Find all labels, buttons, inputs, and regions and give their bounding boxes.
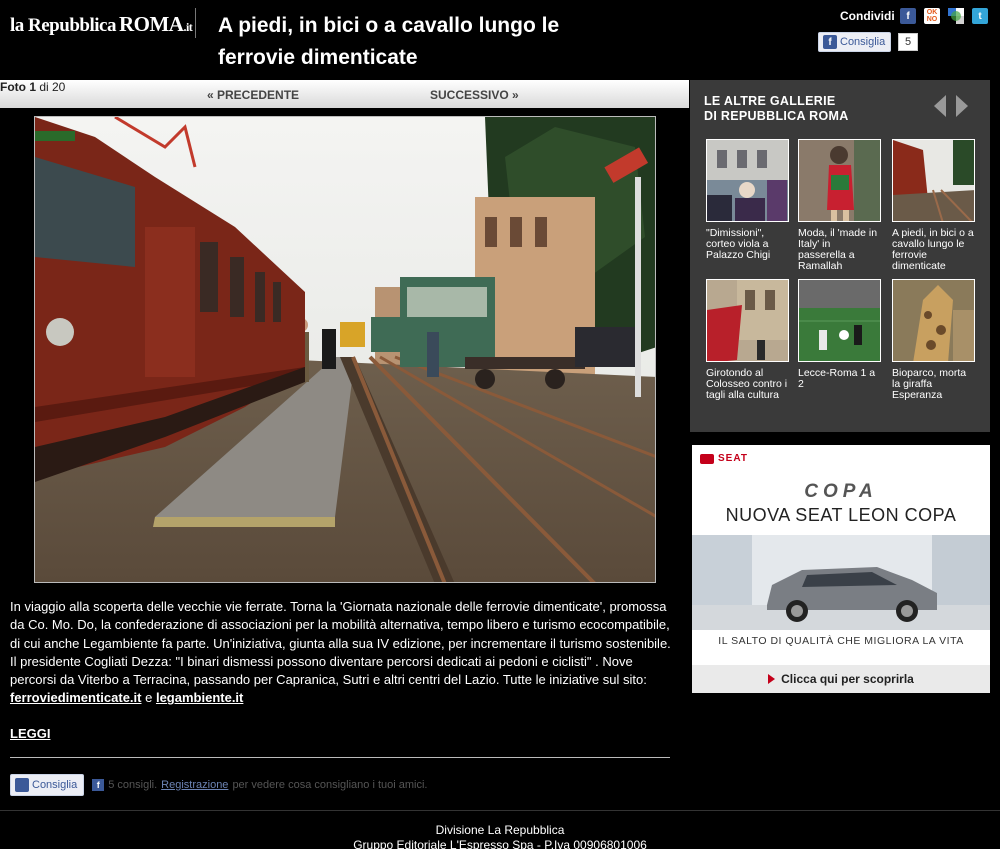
photo-total: di 20 [36, 80, 66, 94]
share-label: Condividi [840, 9, 895, 23]
consiglia-button[interactable]: Consiglia [10, 774, 85, 796]
logo-suffix: .it [183, 20, 193, 34]
delicious-icon[interactable] [948, 8, 964, 24]
ad-headline: NUOVA SEAT LEON COPA [725, 505, 957, 525]
gallery-nav: « PRECEDENTE Foto 1 di 20 SUCCESSIVO » [0, 80, 689, 108]
ad-cta-label: Clicca qui per scoprirla [781, 672, 914, 686]
like-label: Consiglia [840, 36, 886, 48]
seat-icon [700, 453, 714, 464]
gallery-caption[interactable]: Moda, il 'made in Italy' in passerella a… [798, 228, 881, 272]
ad-car-image [692, 535, 990, 630]
consiglia-label: Consiglia [32, 779, 78, 791]
ad-brand-name: SEAT [718, 453, 748, 464]
play-arrow-icon [768, 674, 776, 684]
seat-advertisement[interactable]: SEAT COPA NUOVA SEAT LEON COPA IL SALTO … [692, 445, 990, 693]
recommend-note: per vedere cosa consigliano i tuoi amici… [232, 779, 428, 791]
caption-and: e [141, 690, 156, 706]
title-line-1: LE ALTRE GALLERIE [704, 94, 836, 108]
ad-copa-logo: COPA [804, 481, 878, 502]
facebook-like-button[interactable]: f Consiglia [818, 32, 892, 52]
gallery-item[interactable]: Bioparco, morta la giraffa Esperanza [892, 279, 975, 401]
gallery-item[interactable]: Girotondo al Colosseo contro i tagli all… [706, 279, 789, 401]
caption-text: In viaggio alla scoperta delle vecchie v… [10, 599, 671, 688]
other-galleries-title: LE ALTRE GALLERIE DI REPUBBLICA ROMA [704, 94, 849, 124]
registration-link[interactable]: Registrazione [161, 779, 228, 791]
ferroviedimenticate-link[interactable]: ferroviedimenticate.it [10, 690, 142, 705]
page-title: A piedi, in bici o a cavallo lungo le fe… [218, 14, 560, 69]
recommend-count: 5 consigli. [108, 779, 158, 791]
site-logo[interactable]: la Repubblica ROMA.it [10, 12, 193, 37]
gallery-caption[interactable]: "Dimissioni", corteo viola a Palazzo Chi… [706, 228, 789, 261]
leggi-link[interactable]: LEGGI [10, 726, 50, 741]
site-header: la Repubblica ROMA.it A piedi, in bici o … [0, 0, 1000, 80]
footer-divider [0, 810, 1000, 811]
facebook-icon: f [92, 779, 105, 791]
gallery-thumbnail[interactable] [706, 139, 789, 222]
gallery-thumbnail[interactable] [892, 139, 975, 222]
logo-main: la Repubblica [10, 15, 116, 36]
divider [10, 757, 670, 758]
arrow-left-icon[interactable] [934, 95, 946, 117]
gallery-thumbnail[interactable] [892, 279, 975, 362]
title-line-2: DI REPUBBLICA ROMA [704, 109, 849, 123]
other-galleries-box: LE ALTRE GALLERIE DI REPUBBLICA ROMA "Di… [690, 80, 990, 432]
photo-counter: Foto 1 di 20 [0, 80, 65, 94]
arrow-right-icon[interactable] [956, 95, 968, 117]
gallery-item[interactable]: Moda, il 'made in Italy' in passerella a… [798, 139, 881, 272]
gallery-caption[interactable]: Lecce-Roma 1 a 2 [798, 368, 881, 390]
gallery-thumbnail[interactable] [706, 279, 789, 362]
legambiente-link[interactable]: legambiente.it [156, 690, 243, 705]
footer: Divisione La Repubblica Gruppo Editorial… [0, 823, 1000, 849]
gallery-item[interactable]: Lecce-Roma 1 a 2 [798, 279, 881, 390]
header-divider [195, 8, 196, 38]
gallery-item[interactable]: "Dimissioni", corteo viola a Palazzo Chi… [706, 139, 789, 261]
gallery-thumbnail[interactable] [798, 139, 881, 222]
gallery-caption[interactable]: Bioparco, morta la giraffa Esperanza [892, 368, 975, 401]
main-photo[interactable] [34, 116, 656, 583]
photo-number: Foto 1 [0, 80, 36, 94]
next-link[interactable]: SUCCESSIVO » [430, 88, 519, 102]
gallery-item[interactable]: A piedi, in bici o a cavallo lungo le fe… [892, 139, 975, 272]
ad-cta-button[interactable]: Clicca qui per scoprirla [692, 665, 990, 693]
ad-tagline: IL SALTO DI QUALITÀ CHE MIGLIORA LA VITA [718, 635, 964, 647]
footer-division: Divisione La Repubblica [435, 823, 565, 837]
twitter-icon[interactable]: t [972, 8, 988, 24]
gallery-caption[interactable]: A piedi, in bici o a cavallo lungo le fe… [892, 228, 975, 272]
seat-logo: SEAT [700, 453, 748, 464]
gallery-caption[interactable]: Girotondo al Colosseo contro i tagli all… [706, 368, 789, 401]
oknotizie-icon[interactable]: OK NO [924, 8, 940, 24]
thumbs-up-icon [15, 778, 29, 792]
facebook-icon: f [823, 35, 837, 49]
like-count: 5 [898, 33, 919, 51]
logo-roma: ROMA [118, 12, 184, 36]
previous-link[interactable]: « PRECEDENTE [207, 88, 299, 102]
photo-caption: In viaggio alla scoperta delle vecchie v… [10, 598, 680, 708]
facebook-icon[interactable]: f [900, 8, 916, 24]
footer-company: Gruppo Editoriale L'Espresso Spa - P.Iva… [353, 838, 647, 849]
facebook-recommend-bar: Consiglia f 5 consigli. Registrazione pe… [10, 773, 427, 797]
gallery-thumbnail[interactable] [798, 279, 881, 362]
